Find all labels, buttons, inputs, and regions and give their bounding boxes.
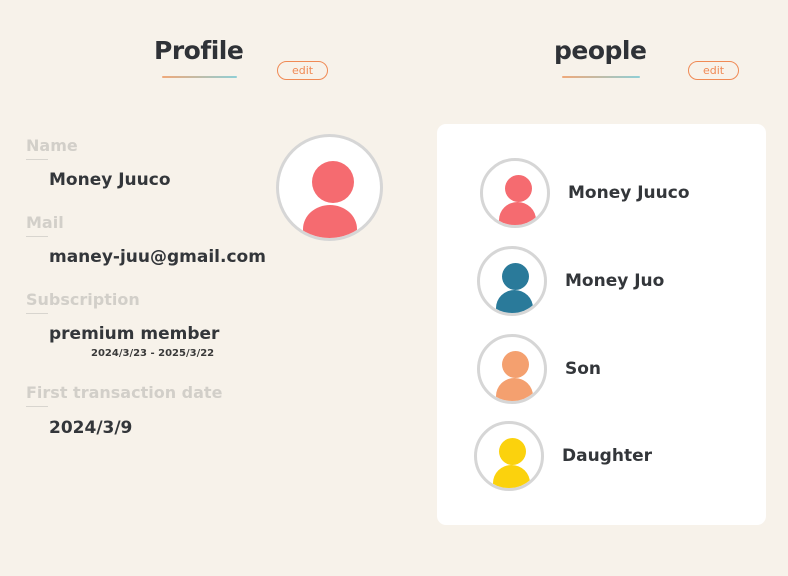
person-avatar (477, 246, 547, 316)
people-heading: people (554, 36, 647, 78)
first-transaction-label-text: First transaction date (26, 383, 223, 402)
heading-underline (562, 76, 641, 78)
first-transaction-label: First transaction date (26, 383, 223, 407)
name-label-text: Name (26, 136, 78, 155)
profile-avatar[interactable] (276, 134, 383, 241)
avatar-head-icon (505, 175, 532, 202)
profile-heading: Profile (154, 36, 244, 78)
mail-value: maney-juu@gmail.com (49, 247, 266, 267)
person-name: Money Juo (565, 271, 665, 291)
label-divider (26, 159, 48, 160)
mail-label-text: Mail (26, 213, 64, 232)
label-divider (26, 313, 48, 314)
person-item[interactable]: Son (477, 334, 601, 404)
avatar-head-icon (499, 438, 526, 465)
profile-heading-text: Profile (154, 36, 244, 65)
label-divider (26, 406, 48, 407)
person-name: Son (565, 359, 602, 379)
name-label: Name (26, 136, 78, 160)
person-avatar (477, 334, 547, 404)
person-avatar (474, 421, 544, 491)
profile-edit-button[interactable]: edit (277, 61, 328, 80)
avatar-body-icon (496, 290, 533, 313)
person-item[interactable]: Money Juuco (480, 158, 690, 228)
subscription-period: 2024/3/23 - 2025/3/22 (91, 348, 215, 359)
avatar-body-icon (303, 205, 357, 238)
people-edit-button[interactable]: edit (688, 61, 739, 80)
heading-underline (162, 76, 238, 78)
first-transaction-value: 2024/3/9 (49, 418, 133, 438)
avatar-body-icon (493, 465, 530, 488)
name-value: Money Juuco (49, 170, 171, 190)
avatar-body-icon (499, 202, 536, 225)
person-name: Money Juuco (568, 183, 690, 203)
people-heading-text: people (554, 36, 647, 65)
avatar-head-icon (312, 161, 354, 203)
subscription-label: Subscription (26, 290, 140, 314)
avatar-head-icon (502, 351, 529, 378)
label-divider (26, 236, 48, 237)
mail-label: Mail (26, 213, 64, 237)
person-name: Daughter (562, 446, 652, 466)
person-item[interactable]: Daughter (474, 421, 652, 491)
people-panel: Money Juuco Money Juo Son Daughter (437, 124, 766, 525)
subscription-value: premium member (49, 324, 220, 344)
avatar-head-icon (502, 263, 529, 290)
person-item[interactable]: Money Juo (477, 246, 664, 316)
subscription-label-text: Subscription (26, 290, 140, 309)
avatar-body-icon (496, 378, 533, 401)
person-avatar (480, 158, 550, 228)
